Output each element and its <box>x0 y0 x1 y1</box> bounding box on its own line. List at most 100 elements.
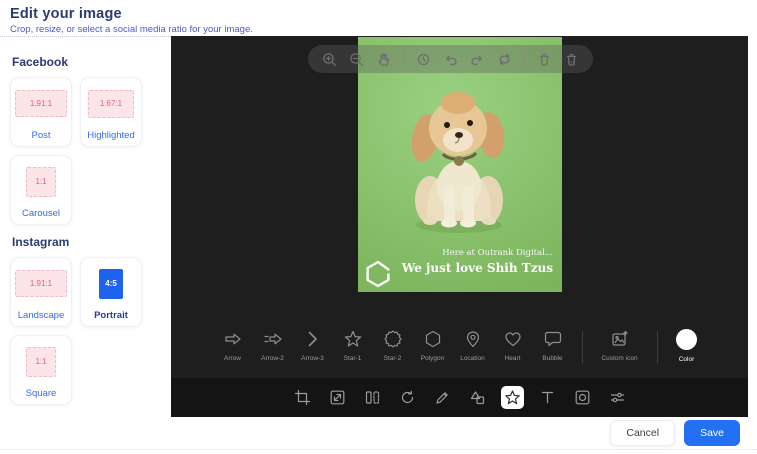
polygon-hexagon-shape-icon <box>423 329 443 349</box>
svg-text:ALL: ALL <box>569 60 575 64</box>
ratio-card-label: Post <box>31 130 50 141</box>
pan-hand-button[interactable] <box>376 52 391 67</box>
shapes-tool-button[interactable] <box>466 386 489 409</box>
shape-star-1[interactable]: Star-1 <box>333 329 373 362</box>
crop-icon <box>294 389 311 406</box>
shape-heart[interactable]: Heart <box>493 329 533 362</box>
repeat-button[interactable] <box>497 52 512 67</box>
ratio-card-label: Portrait <box>94 310 128 321</box>
redo-button[interactable] <box>470 52 485 67</box>
ratio-card-label: Highlighted <box>87 130 135 141</box>
shapes-icon <box>469 389 486 406</box>
delete-button[interactable] <box>537 52 552 67</box>
ratio-chip: 1:1 <box>26 347 56 377</box>
page-subtitle: Crop, resize, or select a social media r… <box>10 24 757 35</box>
text-tool-button[interactable] <box>536 386 559 409</box>
sliders-icon <box>609 389 626 406</box>
save-button[interactable]: Save <box>684 420 740 446</box>
modal-footer: Cancel Save <box>0 417 757 454</box>
history-button[interactable] <box>416 52 431 67</box>
text-icon <box>539 389 556 406</box>
ratio-chip: 1.91:1 <box>15 90 67 117</box>
star-1-shape-icon <box>343 329 363 349</box>
speech-bubble-shape-icon <box>543 329 563 349</box>
zoom-in-icon <box>322 52 337 67</box>
outrank-hexagon-logo-icon[interactable] <box>365 260 391 288</box>
facebook-card-grid: 1.91:1 Post 1.67:1 Highlighted 1:1 Carou… <box>10 77 171 225</box>
history-clock-icon <box>416 52 431 67</box>
ratio-card-label: Landscape <box>18 310 64 321</box>
caption-line-2[interactable]: We just love Shih Tzus <box>402 261 553 275</box>
trash-all-icon: ALL <box>564 52 579 67</box>
custom-icon-upload-icon <box>610 329 630 349</box>
ratio-card-facebook-highlighted[interactable]: 1.67:1 Highlighted <box>80 77 142 147</box>
section-title-facebook: Facebook <box>12 55 171 69</box>
shape-color-picker[interactable]: Color <box>667 329 707 363</box>
arrow-2-shape-icon <box>263 329 283 349</box>
ratio-card-instagram-landscape[interactable]: 1.91:1 Landscape <box>10 257 72 327</box>
shape-polygon[interactable]: Polygon <box>413 329 453 362</box>
focus-frame-icon <box>574 389 591 406</box>
ratio-card-instagram-square[interactable]: 1:1 Square <box>10 335 72 405</box>
editor-canvas[interactable]: Here at Outrank Digital... We just love … <box>171 36 748 417</box>
cancel-button[interactable]: Cancel <box>610 420 675 446</box>
zoom-out-button[interactable] <box>349 52 364 67</box>
heart-shape-icon <box>503 329 523 349</box>
flip-tool-button[interactable] <box>361 386 384 409</box>
star-icon <box>504 389 521 406</box>
arrow-3-chevron-icon <box>303 329 323 349</box>
color-swatch-white[interactable] <box>676 329 697 350</box>
shape-arrow-3[interactable]: Arrow-3 <box>293 329 333 362</box>
zoom-in-button[interactable] <box>322 52 337 67</box>
ratio-chip-selected: 4:5 <box>99 269 123 299</box>
hand-icon <box>376 52 391 67</box>
star-2-seal-shape-icon <box>383 329 403 349</box>
focus-tool-button[interactable] <box>571 386 594 409</box>
crop-tool-button[interactable] <box>291 386 314 409</box>
delete-all-button[interactable]: ALL <box>564 52 579 67</box>
photo-caption[interactable]: Here at Outrank Digital... We just love … <box>402 248 553 275</box>
draw-tool-button[interactable] <box>431 386 454 409</box>
ratio-card-label: Carousel <box>22 208 60 219</box>
ratio-card-facebook-carousel[interactable]: 1:1 Carousel <box>10 155 72 225</box>
ratio-chip: 1:1 <box>26 167 56 197</box>
star-tool-button-active[interactable] <box>501 386 524 409</box>
flip-icon <box>364 389 381 406</box>
ratio-card-facebook-post[interactable]: 1.91:1 Post <box>10 77 72 147</box>
adjust-tool-button[interactable] <box>606 386 629 409</box>
editor-tools-row <box>171 378 748 417</box>
header: Edit your image Crop, resize, or select … <box>0 0 757 36</box>
resize-tool-button[interactable] <box>326 386 349 409</box>
resize-icon <box>329 389 346 406</box>
ratio-sidebar: Facebook 1.91:1 Post 1.67:1 Highlighted … <box>0 36 171 417</box>
shape-arrow-2[interactable]: Arrow-2 <box>253 329 293 362</box>
caption-line-1[interactable]: Here at Outrank Digital... <box>402 248 553 258</box>
undo-icon <box>443 52 458 67</box>
redo-icon <box>470 52 485 67</box>
canvas-top-toolbar: ALL <box>308 45 593 73</box>
toolbar-separator <box>403 51 404 67</box>
shape-location[interactable]: Location <box>453 329 493 362</box>
page-title: Edit your image <box>10 6 757 22</box>
pencil-icon <box>434 389 451 406</box>
undo-button[interactable] <box>443 52 458 67</box>
shapes-separator <box>582 331 583 363</box>
edit-image-modal: Edit your image Crop, resize, or select … <box>0 0 757 454</box>
shape-star-2[interactable]: Star-2 <box>373 329 413 362</box>
repeat-loop-icon <box>497 52 512 67</box>
shape-arrow[interactable]: Arrow <box>213 329 253 362</box>
ratio-card-label: Square <box>26 388 57 399</box>
ratio-chip: 1.91:1 <box>15 270 67 297</box>
edited-photo[interactable]: Here at Outrank Digital... We just love … <box>358 37 562 292</box>
shape-custom-icon[interactable]: Custom icon <box>592 329 648 362</box>
instagram-card-grid: 1.91:1 Landscape 4:5 Portrait 1:1 Square <box>10 257 171 405</box>
shape-bubble[interactable]: Bubble <box>533 329 573 362</box>
ratio-chip: 1.67:1 <box>88 90 134 118</box>
trash-icon <box>537 52 552 67</box>
rotate-tool-button[interactable] <box>396 386 419 409</box>
toolbar-separator <box>524 51 525 67</box>
rotate-icon <box>399 389 416 406</box>
ratio-card-instagram-portrait-selected[interactable]: 4:5 Portrait <box>80 257 142 327</box>
section-title-instagram: Instagram <box>12 235 171 249</box>
location-pin-shape-icon <box>463 329 483 349</box>
